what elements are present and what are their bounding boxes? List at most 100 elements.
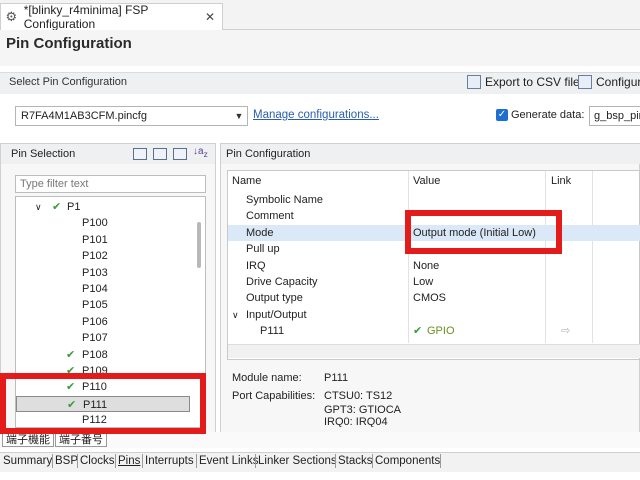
check-icon: ✔: [52, 201, 62, 213]
link-arrow-icon[interactable]: ⇨: [561, 323, 570, 339]
property-name: Symbolic Name: [246, 194, 324, 206]
column-header-value[interactable]: Value: [413, 175, 440, 187]
configure-button[interactable]: Configure: [578, 75, 640, 89]
tab-event-links[interactable]: Event Links: [199, 454, 258, 468]
config-select-value: R7FA4M1AB3CFM.pincfg: [21, 110, 147, 122]
property-value[interactable]: GPIO: [427, 323, 455, 339]
pin-tree-label: P105: [82, 299, 108, 312]
port-capability-item: IRQ0: IRQ04: [324, 416, 388, 427]
collapse-all-icon[interactable]: [173, 148, 187, 160]
property-name: Output type: [246, 292, 303, 305]
property-value[interactable]: Low: [413, 274, 433, 290]
pin-configuration-select[interactable]: R7FA4M1AB3CFM.pincfg ▼: [15, 106, 248, 126]
editor-tab-fsp-configuration[interactable]: ⚙ *[blinky_r4minima] FSP Configuration ✕: [0, 3, 223, 31]
tab-pins[interactable]: Pins: [118, 454, 140, 468]
generate-data-checkbox[interactable]: ✓: [496, 109, 508, 121]
pin-tree-item[interactable]: P107: [16, 330, 192, 346]
pin-tree-label: P104: [82, 283, 108, 295]
port-capabilities-label: Port Capabilities:: [232, 390, 316, 402]
tree-scrollbar-thumb[interactable]: [197, 222, 201, 268]
pin-selection-title: Pin Selection: [11, 148, 76, 160]
page-title: Pin Configuration: [6, 35, 132, 52]
generate-data-label: Generate data:: [511, 109, 585, 121]
property-row[interactable]: Output type CMOS: [228, 290, 640, 306]
tab-separator: [440, 454, 441, 468]
expand-all-icon[interactable]: [153, 148, 167, 160]
manage-configurations-link[interactable]: Manage configurations...: [253, 109, 379, 121]
property-name: Mode: [246, 226, 274, 239]
tab-bsp[interactable]: BSP: [55, 454, 78, 468]
property-value[interactable]: None: [413, 258, 439, 274]
close-icon[interactable]: ✕: [205, 10, 215, 24]
pin-tree-label: P108: [82, 348, 108, 361]
highlight-box-p111: [0, 373, 206, 434]
property-name: Input/Output: [246, 308, 307, 321]
pin-tree-item[interactable]: P104: [16, 281, 192, 297]
pin-tree-item[interactable]: P102: [16, 248, 192, 264]
export-csv-button[interactable]: Export to CSV file: [467, 75, 580, 89]
pin-tree-item[interactable]: P103: [16, 265, 192, 281]
list-view-icon[interactable]: [133, 148, 147, 160]
property-name: Comment: [246, 210, 294, 223]
export-icon: [467, 75, 481, 89]
tab-separator: [196, 454, 197, 468]
generate-data-input[interactable]: g_bsp_pin: [589, 106, 640, 126]
pin-tree-label: P101: [82, 233, 108, 246]
export-label: Export to CSV file: [485, 75, 580, 89]
tab-pin-function[interactable]: 端子機能: [2, 432, 54, 447]
port-capability-item: CTSU0: TS12: [324, 390, 393, 402]
tab-clocks[interactable]: Clocks: [80, 454, 115, 468]
column-header-name[interactable]: Name: [232, 175, 261, 187]
property-value[interactable]: CMOS: [413, 290, 446, 306]
tab-separator: [115, 454, 116, 468]
tab-separator: [335, 454, 336, 468]
editor-tab-title: *[blinky_r4minima] FSP Configuration: [23, 3, 149, 31]
tab-pin-number[interactable]: 端子番号: [55, 432, 107, 447]
property-row[interactable]: Drive Capacity Low: [228, 274, 640, 290]
tab-linker-sections[interactable]: Linker Sections: [258, 454, 337, 468]
tab-interrupts[interactable]: Interrupts: [145, 454, 194, 468]
property-row[interactable]: ∨ Input/Output: [228, 307, 640, 323]
property-row[interactable]: IRQ None: [228, 258, 640, 274]
pin-tree-label: P1: [67, 201, 81, 213]
pin-configuration-title: Pin Configuration: [226, 148, 311, 160]
pin-tree-item[interactable]: P106: [16, 314, 192, 330]
chevron-down-icon[interactable]: ∨: [232, 307, 239, 323]
module-name-label: Module name:: [232, 372, 302, 384]
tab-summary[interactable]: Summary: [3, 454, 52, 468]
configure-label: Configure: [596, 75, 640, 89]
tab-separator: [255, 454, 256, 468]
tab-separator: [372, 454, 373, 468]
highlight-box-mode: [405, 210, 562, 254]
property-name: Pull up: [246, 243, 280, 256]
sort-az-icon[interactable]: ↓az: [193, 146, 208, 159]
pin-tree-item[interactable]: P105: [16, 297, 192, 313]
pin-tree-label: P103: [82, 266, 108, 279]
tab-separator: [52, 454, 53, 468]
property-row[interactable]: Symbolic Name: [228, 192, 640, 208]
pin-filter-input[interactable]: Type filter text: [15, 175, 206, 193]
gear-icon: ⚙: [5, 9, 18, 24]
select-section-title: Select Pin Configuration: [9, 76, 128, 88]
check-icon: ✔: [66, 348, 76, 361]
pin-tree-item[interactable]: ✔ P108: [16, 347, 192, 363]
pin-tree-item[interactable]: P100: [16, 215, 192, 231]
tab-separator: [142, 454, 143, 468]
property-row[interactable]: P111 ✔ GPIO ⇨: [228, 323, 640, 339]
property-name: IRQ: [246, 259, 266, 272]
pin-tree-item[interactable]: P101: [16, 232, 192, 248]
port-capability-item: GPT3: GTIOCA: [324, 404, 402, 416]
pin-tree-item[interactable]: ∨ ✔ P1: [16, 199, 192, 215]
tab-separator: [77, 454, 78, 468]
chevron-down-icon[interactable]: ∨: [35, 199, 42, 215]
property-name: P111: [260, 325, 285, 338]
module-name-value: P111: [324, 372, 349, 384]
table-horizontal-scrollbar[interactable]: [228, 344, 640, 358]
pin-tree-label: P100: [82, 217, 108, 230]
tab-components[interactable]: Components: [375, 454, 440, 468]
tab-stacks[interactable]: Stacks: [338, 454, 373, 468]
chevron-down-icon[interactable]: ▼: [231, 111, 247, 121]
check-icon: ✔: [413, 325, 423, 338]
column-header-link[interactable]: Link: [551, 175, 571, 187]
property-name: Drive Capacity: [246, 276, 318, 288]
